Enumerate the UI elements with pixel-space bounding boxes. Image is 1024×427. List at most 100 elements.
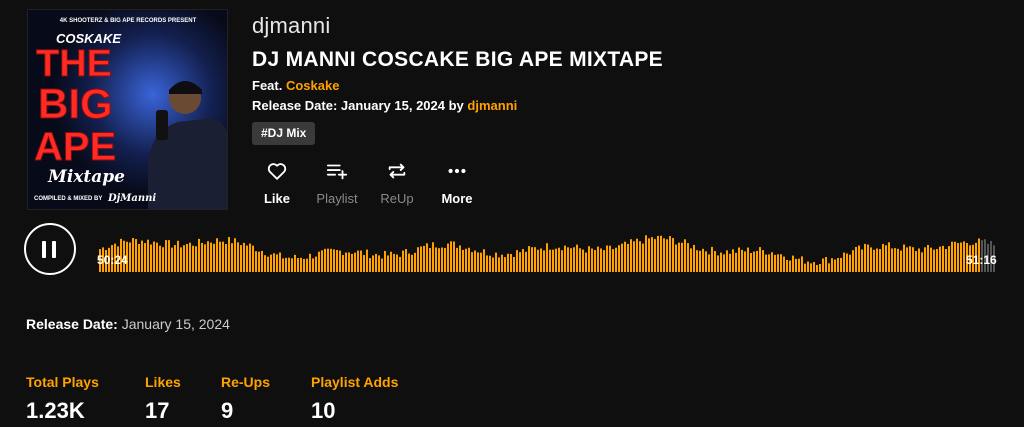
cover-title-line2: BIG xyxy=(38,80,113,127)
waveform-bar xyxy=(327,248,329,272)
waveform-bar xyxy=(726,250,728,272)
playlist-button[interactable]: Playlist xyxy=(307,160,367,206)
waveform-bar xyxy=(249,243,251,272)
waveform-bar xyxy=(162,247,164,272)
waveform-bar xyxy=(588,246,590,272)
waveform-bar xyxy=(780,254,782,272)
featured-artists: Feat. Coskake xyxy=(252,78,339,93)
waveform-bar xyxy=(297,257,299,272)
waveform-bar xyxy=(921,252,923,272)
waveform-bar xyxy=(387,255,389,272)
album-cover[interactable]: 4K SHOOTERZ & BIG APE RECORDS PRESENT CO… xyxy=(27,9,228,210)
waveform-bar xyxy=(651,237,653,272)
waveform-bar xyxy=(927,244,929,272)
waveform-bar xyxy=(786,259,788,272)
waveform-bar xyxy=(138,243,140,272)
waveform-bar xyxy=(507,253,509,272)
waveform-bar xyxy=(222,241,224,272)
waveform-bar xyxy=(234,238,236,272)
waveform-scrubber[interactable] xyxy=(99,230,996,272)
waveform-bar xyxy=(318,251,320,272)
waveform-bar xyxy=(543,250,545,272)
waveform-bar xyxy=(789,260,791,272)
waveform-bar xyxy=(795,258,797,272)
waveform-bar xyxy=(348,252,350,272)
waveform-bar xyxy=(792,255,794,272)
waveform-bar xyxy=(168,240,170,272)
waveform-bar xyxy=(285,257,287,272)
waveform-bar xyxy=(933,249,935,272)
waveform-bar xyxy=(843,252,845,272)
waveform-bar xyxy=(180,247,182,272)
waveform-bar xyxy=(699,250,701,272)
feat-artist-link[interactable]: Coskake xyxy=(286,78,339,93)
waveform-bar xyxy=(429,248,431,272)
uploader-link[interactable]: djmanni xyxy=(467,98,517,113)
cover-title-line3: APE xyxy=(34,125,116,169)
waveform-bar xyxy=(501,254,503,272)
waveform-bar xyxy=(702,248,704,272)
waveform-bar xyxy=(474,250,476,272)
waveform-bar xyxy=(450,241,452,272)
waveform-bar xyxy=(477,252,479,272)
waveform-bar xyxy=(411,254,413,272)
genre-tag[interactable]: #DJ Mix xyxy=(252,122,316,145)
waveform-bar xyxy=(366,249,368,272)
cover-script-text: Mixtape xyxy=(47,167,125,187)
release-by: by xyxy=(448,98,464,113)
waveform-bar xyxy=(357,250,359,272)
like-button[interactable]: Like xyxy=(247,160,307,206)
pause-button[interactable] xyxy=(24,223,76,275)
waveform-bar xyxy=(432,242,434,272)
waveform-bar xyxy=(189,242,191,272)
waveform-bar xyxy=(144,243,146,272)
reup-button[interactable]: ReUp xyxy=(367,160,427,206)
waveform-bar xyxy=(489,255,491,272)
waveform-bar xyxy=(303,258,305,272)
more-label: More xyxy=(441,191,473,206)
waveform-bar xyxy=(648,238,650,272)
waveform-bar xyxy=(495,252,497,272)
stat-label: Playlist Adds xyxy=(311,374,399,390)
waveform-bar xyxy=(636,238,638,272)
waveform-bar xyxy=(618,245,620,272)
waveform-bar xyxy=(153,241,155,272)
waveform-bar xyxy=(228,237,230,272)
waveform-bar xyxy=(639,241,641,272)
waveform-bar xyxy=(246,245,248,272)
waveform-bar xyxy=(954,241,956,272)
waveform-bar xyxy=(801,256,803,272)
waveform-bar xyxy=(465,248,467,272)
waveform-bar xyxy=(768,254,770,272)
waveform-bar xyxy=(504,257,506,272)
waveform-bar xyxy=(498,257,500,272)
stat-label: Re-Ups xyxy=(221,374,271,390)
pause-icon xyxy=(42,241,46,258)
stat-value: 10 xyxy=(311,398,336,423)
waveform-bar xyxy=(462,249,464,272)
waveform-bar xyxy=(873,249,875,272)
waveform-bar xyxy=(447,243,449,272)
waveform-bar xyxy=(444,247,446,272)
waveform-bar xyxy=(714,251,716,272)
waveform-bar xyxy=(627,243,629,272)
waveform-bar xyxy=(306,258,308,272)
waveform-bar xyxy=(630,239,632,272)
waveform-bar xyxy=(888,242,890,272)
more-button[interactable]: More xyxy=(427,160,487,206)
waveform-bar xyxy=(708,254,710,272)
waveform-bar xyxy=(666,239,668,272)
waveform-bar xyxy=(513,257,515,272)
waveform-bar xyxy=(762,250,764,272)
waveform-bar xyxy=(201,242,203,272)
stat-value: 1.23K xyxy=(26,398,85,423)
waveform-bar xyxy=(342,255,344,272)
waveform-bar xyxy=(705,251,707,272)
artist-name[interactable]: djmanni xyxy=(252,13,330,39)
waveform-bar xyxy=(192,245,194,272)
waveform-bar xyxy=(939,246,941,272)
waveform-bar xyxy=(243,242,245,272)
cover-credit-prefix: COMPILED & MIXED BY xyxy=(34,196,102,202)
waveform-bar xyxy=(876,248,878,272)
waveform-bar xyxy=(261,250,263,272)
